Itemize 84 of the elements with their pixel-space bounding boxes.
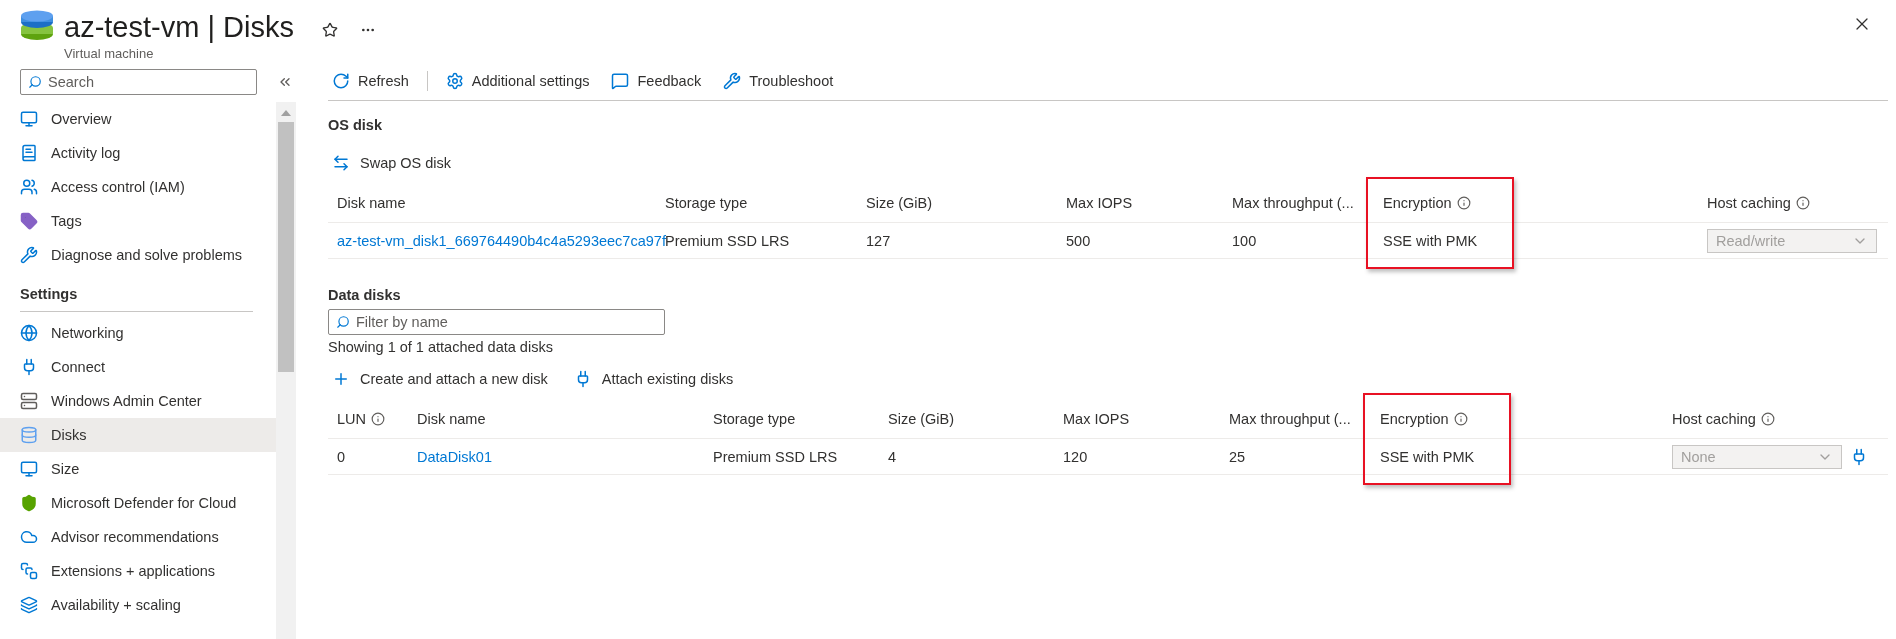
sidebar-item[interactable]: Windows Admin Center	[0, 384, 276, 418]
info-icon[interactable]	[1795, 195, 1810, 210]
info-icon[interactable]	[1760, 411, 1775, 426]
table-cell: Premium SSD LRS	[665, 232, 790, 249]
sidebar-item[interactable]: Availability + scaling	[0, 588, 276, 622]
refresh-icon	[332, 72, 350, 90]
search-field[interactable]: Search	[20, 69, 257, 95]
toolbar-button[interactable]: Additional settings	[441, 72, 594, 90]
table-cell: 0	[337, 448, 346, 465]
section-title: Data disks	[328, 286, 402, 305]
column-label: Max throughput (...	[1229, 410, 1351, 427]
page-title: az-test-vm | Disks	[64, 10, 294, 44]
table-cell: 127	[866, 232, 891, 249]
users-icon	[20, 178, 38, 196]
column-label: Encryption	[1380, 410, 1449, 427]
table-cell: 25	[1229, 448, 1246, 465]
column-label: Size (GiB)	[866, 194, 933, 211]
sidebar-item[interactable]: Diagnose and solve problems	[0, 238, 276, 272]
table-cell: Premium SSD LRS	[713, 448, 838, 465]
table-cell: 120	[1063, 448, 1088, 465]
table-cell: 500	[1066, 232, 1091, 249]
toolbar-button[interactable]: Refresh	[328, 72, 413, 90]
section-heading: Settings	[20, 272, 253, 312]
toolbar-button[interactable]: Troubleshoot	[719, 72, 838, 90]
column-label: Size (GiB)	[888, 410, 955, 427]
swap-icon	[332, 154, 350, 172]
column-label: Max throughput (...	[1232, 194, 1354, 211]
table-cell: 100	[1232, 232, 1257, 249]
column-label: Disk name	[337, 194, 406, 211]
layers-icon	[20, 596, 38, 614]
column-label: Storage type	[665, 194, 748, 211]
cloud-icon	[20, 528, 38, 546]
sidebar-item[interactable]: Extensions + applications	[0, 554, 276, 588]
sidebar-item[interactable]: Advisor recommendations	[0, 520, 276, 554]
table-cell: 4	[888, 448, 897, 465]
search-icon	[28, 75, 42, 89]
sidebar-item[interactable]: Microsoft Defender for Cloud	[0, 486, 276, 520]
sidebar-item[interactable]: Access control (IAM)	[0, 170, 276, 204]
database-icon	[20, 426, 38, 444]
sidebar-item[interactable]: Size	[0, 452, 276, 486]
column-label: Storage type	[713, 410, 796, 427]
disk-stack-icon	[20, 10, 54, 42]
tag-icon	[20, 212, 38, 230]
column-label: Host caching	[1707, 194, 1791, 211]
info-icon[interactable]	[1456, 195, 1471, 210]
sidebar-item[interactable]: Connect	[0, 350, 276, 384]
disk-count: Showing 1 of 1 attached data disks	[328, 338, 554, 357]
sidebar-item[interactable]: Disks	[0, 418, 276, 452]
toolbar-button[interactable]: Feedback	[607, 72, 706, 90]
filter-field[interactable]: Filter by name	[328, 309, 665, 335]
info-icon[interactable]	[371, 411, 385, 426]
column-label: Disk name	[417, 410, 486, 427]
settings-icon	[445, 72, 464, 90]
sidebar-item[interactable]: Tags	[0, 204, 276, 238]
page-subtitle: Virtual machine	[64, 46, 155, 61]
sidebar-item[interactable]: Networking	[0, 316, 276, 350]
sidebar-item[interactable]: Overview	[0, 102, 276, 136]
book-icon	[20, 144, 38, 162]
column-label: Max IOPS	[1063, 410, 1130, 427]
column-label: Encryption	[1383, 194, 1452, 211]
action-button[interactable]: Attach existing disks	[569, 370, 738, 388]
server-icon	[20, 392, 38, 410]
search-icon	[336, 315, 350, 329]
column-label: LUN	[337, 410, 366, 427]
info-icon[interactable]	[1453, 411, 1468, 426]
plus-icon	[332, 370, 350, 388]
table-cell: SSE with PMK	[1383, 232, 1478, 249]
table-cell: SSE with PMK	[1380, 448, 1475, 465]
scrollbar[interactable]	[276, 102, 296, 639]
star-icon[interactable]	[321, 22, 338, 38]
column-label: Max IOPS	[1066, 194, 1133, 211]
section-title: OS disk	[328, 116, 383, 135]
monitor-icon	[20, 460, 38, 478]
chat-icon	[611, 72, 630, 90]
swap-button[interactable]: Swap OS disk	[328, 154, 456, 172]
shield-icon	[20, 494, 38, 512]
globe-icon	[20, 324, 38, 342]
sidebar-item[interactable]: Activity log	[0, 136, 276, 170]
wrench-icon	[723, 72, 742, 90]
stack-icon	[20, 562, 38, 580]
monitor-icon	[20, 110, 38, 128]
wrench-icon	[20, 246, 38, 264]
action-button[interactable]: Create and attach a new disk	[328, 370, 552, 388]
column-label: Host caching	[1672, 410, 1756, 427]
